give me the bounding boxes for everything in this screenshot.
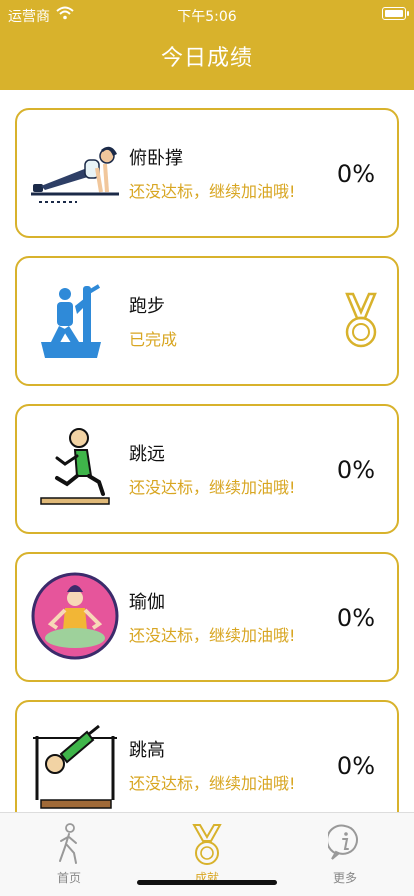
activity-card-high-jump[interactable]: 跳高 还没达标，继续加油哦! 0% xyxy=(15,700,399,812)
activity-status: 还没达标，继续加油哦! xyxy=(129,626,296,645)
activity-status: 还没达标，继续加油哦! xyxy=(129,182,296,201)
activity-name: 跳高 xyxy=(129,740,165,761)
tab-label: 首页 xyxy=(56,871,81,885)
long-jump-icon xyxy=(40,428,110,505)
activity-name: 跑步 xyxy=(129,296,165,317)
activity-status: 还没达标，继续加油哦! xyxy=(129,774,296,793)
activity-card-pushup[interactable]: 俯卧撑 还没达标，继续加油哦! 0% xyxy=(15,108,399,238)
activity-status: 还没达标，继续加油哦! xyxy=(129,478,296,497)
pushup-icon xyxy=(31,146,119,203)
tab-home[interactable]: 首页 xyxy=(0,813,138,896)
medal-icon xyxy=(345,292,377,348)
medal-icon xyxy=(192,824,222,865)
walking-person-icon xyxy=(59,823,77,864)
clock: 下午5:06 xyxy=(177,9,237,25)
activity-card-long-jump[interactable]: 跳远 还没达标，继续加油哦! 0% xyxy=(15,404,399,534)
activity-name: 跳远 xyxy=(129,444,165,465)
header: 运营商 下午5:06 今日成绩 xyxy=(0,0,414,90)
activity-card-yoga[interactable]: 瑜伽 还没达标，继续加油哦! 0% xyxy=(15,552,399,682)
activity-status: 已完成 xyxy=(129,330,178,349)
running-icon xyxy=(41,284,101,358)
activity-card-running[interactable]: 跑步 已完成 xyxy=(15,256,399,386)
activity-percent: 0% xyxy=(336,160,375,188)
activity-list[interactable]: 俯卧撑 还没达标，继续加油哦! 0% 跑步 已完成 跳远 还没达标，继续加油哦!… xyxy=(0,90,414,812)
activity-name: 俯卧撑 xyxy=(129,148,183,169)
activity-percent: 0% xyxy=(336,752,375,780)
tab-more[interactable]: 更多 xyxy=(276,813,414,896)
page-title: 今日成绩 xyxy=(160,46,253,71)
high-jump-icon xyxy=(33,724,117,809)
activity-name: 瑜伽 xyxy=(129,592,165,613)
status-bar: 运营商 下午5:06 xyxy=(0,0,414,28)
activity-percent: 0% xyxy=(336,604,375,632)
activity-percent: 0% xyxy=(336,456,375,484)
home-indicator xyxy=(137,880,277,885)
info-icon xyxy=(328,824,358,860)
tab-label: 更多 xyxy=(332,871,357,885)
yoga-icon xyxy=(31,572,119,660)
battery-icon xyxy=(382,7,409,20)
